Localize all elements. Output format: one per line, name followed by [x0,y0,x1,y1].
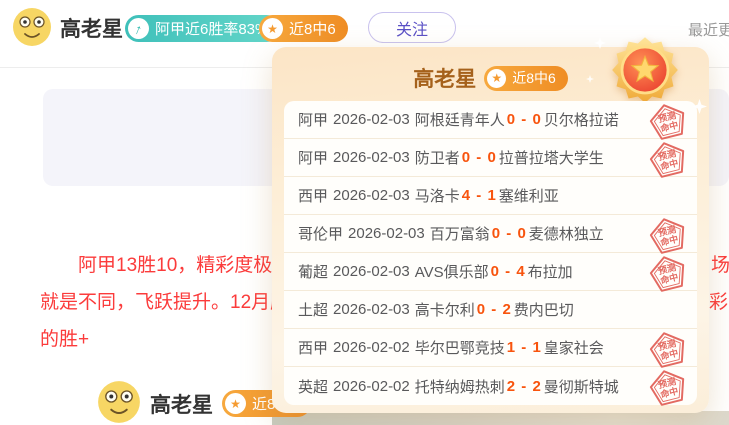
home-team: 马洛卡 [415,185,460,206]
match-date: 2026-02-03 [333,187,410,204]
sparkle-icon [692,99,707,114]
prediction-hit-stamp: 预测 命中 [644,99,692,144]
background-strip [272,411,729,425]
match-row[interactable]: 英超 2026-02-02 托特纳姆热刺 2 - 2 曼彻斯特城 预测 命中 [284,367,697,405]
match-date: 2026-02-02 [333,378,410,395]
match-row[interactable]: 哥伦甲 2026-02-03 百万富翁 0 - 0 麦德林独立 预测 命中 [284,215,697,253]
popup-streak-badge-label: 近8中6 [512,68,556,88]
sparkle-icon [594,37,606,49]
recent-update-link[interactable]: 最近更 [688,19,729,40]
streak-badge: ★ 近8中6 [259,15,348,42]
prediction-hit-stamp: 预测 命中 [644,327,692,372]
smiley-avatar-icon [12,7,52,47]
clipped-text-fragment: 彩 [709,287,728,314]
away-team: 麦德林独立 [529,223,604,244]
match-date: 2026-02-03 [348,225,425,242]
match-score: 0 - 0 [492,225,527,242]
popup-streak-badge: ★ 近8中6 [484,66,568,91]
match-date: 2026-02-02 [333,339,410,356]
league-label: 英超 [298,376,328,397]
away-team: 曼彻斯特城 [544,376,619,397]
home-team: 毕尔巴鄂竞技 [415,337,505,358]
match-row[interactable]: 西甲 2026-02-03 马洛卡 4 - 1 塞维利亚 [284,177,697,215]
star-icon: ★ [487,69,506,88]
prediction-hit-stamp: 预测 命中 [644,137,692,182]
analysis-note-line: 阿甲13胜10，精彩度极高 [40,247,291,284]
popup-title: 高老星 [413,63,476,93]
prediction-popup: 高老星 ★ 近8中6 [272,47,709,413]
win-rate-badge-label: 阿甲近6胜率83% [155,18,268,39]
prediction-hit-stamp: 预测 命中 [644,213,692,258]
page: 高老星 ↑ 阿甲近6胜率83% ★ 近8中6 关注 最近更 阿甲13胜10，精彩… [0,0,729,425]
analysis-note-line: 就是不同，飞跃提升。12月胜 [40,284,291,321]
match-score: 0 - 2 [477,301,512,318]
analysis-note-line: 的胜+ [40,321,291,358]
avatar[interactable] [12,7,52,47]
league-label: 葡超 [298,261,328,282]
match-date: 2026-02-03 [333,111,410,128]
match-row[interactable]: 西甲 2026-02-02 毕尔巴鄂竞技 1 - 1 皇家社会 预测 命中 [284,329,697,367]
prediction-hit-stamp: 预测 命中 [644,251,692,296]
home-team: 百万富翁 [430,223,490,244]
sparkle-icon [586,75,594,83]
star-icon: ★ [262,18,283,39]
match-row[interactable]: 阿甲 2026-02-03 阿根廷青年人 0 - 0 贝尔格拉诺 预测 命中 [284,101,697,139]
match-row[interactable]: 土超 2026-02-03 高卡尔利 0 - 2 费内巴切 [284,291,697,329]
prediction-hit-stamp: 预测 命中 [644,365,692,410]
away-team: 拉普拉塔大学生 [499,147,604,168]
away-team: 贝尔格拉诺 [544,109,619,130]
user-name[interactable]: 高老星 [60,13,123,43]
away-team: 费内巴切 [514,299,574,320]
match-score: 1 - 1 [507,339,542,356]
match-row[interactable]: 阿甲 2026-02-03 防卫者 0 - 0 拉普拉塔大学生 预测 命中 [284,139,697,177]
match-date: 2026-02-03 [333,149,410,166]
gold-medal-icon [610,35,680,105]
match-score: 2 - 2 [507,378,542,395]
league-label: 西甲 [298,337,328,358]
league-label: 哥伦甲 [298,223,343,244]
away-team: 皇家社会 [544,337,604,358]
star-icon: ★ [225,393,246,414]
smiley-avatar-icon [97,380,141,424]
league-label: 土超 [298,299,328,320]
away-team: 塞维利亚 [499,185,559,206]
home-team: 高卡尔利 [415,299,475,320]
match-row[interactable]: 葡超 2026-02-03 AVS俱乐部 0 - 4 布拉加 预测 命中 [284,253,697,291]
arrow-up-icon: ↑ [128,18,149,39]
streak-badge-label: 近8中6 [289,18,336,39]
match-score: 0 - 0 [507,111,542,128]
away-team: 布拉加 [528,261,573,282]
match-result-list: 阿甲 2026-02-03 阿根廷青年人 0 - 0 贝尔格拉诺 预测 命中 阿… [284,101,697,405]
follow-button[interactable]: 关注 [368,12,456,43]
match-score: 0 - 4 [491,263,526,280]
home-team: 托特纳姆热刺 [415,376,505,397]
match-score: 0 - 0 [462,149,497,166]
league-label: 西甲 [298,185,328,206]
match-date: 2026-02-03 [333,301,410,318]
match-date: 2026-02-03 [333,263,410,280]
home-team: AVS俱乐部 [415,261,489,282]
analysis-note: 阿甲13胜10，精彩度极高 就是不同，飞跃提升。12月胜 的胜+ [40,247,291,358]
league-label: 阿甲 [298,109,328,130]
clipped-text-fragment: 场 [711,250,729,277]
home-team: 防卫者 [415,147,460,168]
league-label: 阿甲 [298,147,328,168]
avatar[interactable] [97,380,141,424]
home-team: 阿根廷青年人 [415,109,505,130]
user-name[interactable]: 高老星 [150,389,213,419]
match-score: 4 - 1 [462,187,497,204]
win-rate-badge: ↑ 阿甲近6胜率83% [125,15,280,42]
